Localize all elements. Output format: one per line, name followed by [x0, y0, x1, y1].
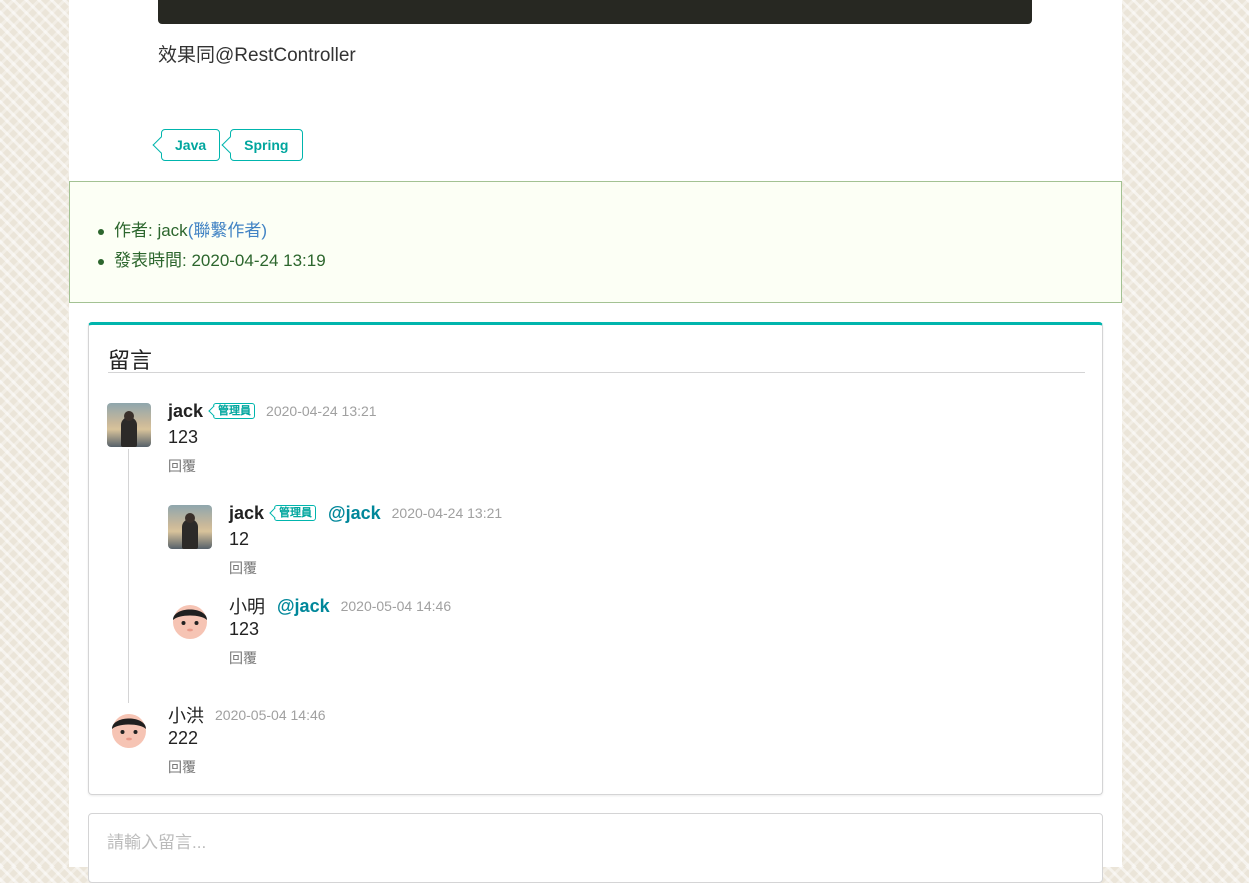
tag-list: Java Spring: [161, 129, 303, 161]
tag-java[interactable]: Java: [161, 129, 221, 161]
reply-button[interactable]: 回覆: [168, 757, 326, 777]
comment-date: 2020-05-04 14:46: [340, 598, 452, 614]
avatar-figure: [182, 519, 198, 549]
mention-link[interactable]: @jack: [277, 596, 330, 617]
avatar-figure: [121, 417, 137, 447]
comment-input[interactable]: [88, 813, 1103, 883]
comment-text: 123: [168, 427, 199, 447]
meta-author-label: 作者: jack: [114, 221, 188, 240]
avatar-head: [185, 513, 195, 523]
content-paragraph: 效果同@RestController: [158, 45, 356, 66]
divider: [108, 372, 1085, 373]
comment-text: 222: [168, 728, 199, 748]
comment-date: 2020-04-24 13:21: [266, 403, 377, 419]
boy-avatar-icon: [173, 605, 207, 639]
admin-badge: 管理員: [274, 505, 317, 521]
thread-line: [128, 449, 129, 703]
comment-date: 2020-04-24 13:21: [391, 505, 503, 521]
reply-button[interactable]: 回覆: [229, 558, 502, 578]
meta-published: 發表時間: 2020-04-24 13:19: [97, 246, 326, 276]
comment-date: 2020-05-04 14:46: [215, 707, 326, 723]
reply-button[interactable]: 回覆: [229, 648, 451, 668]
avatar[interactable]: [107, 403, 151, 447]
tag-spring[interactable]: Spring: [230, 129, 303, 161]
avatar[interactable]: [107, 707, 151, 751]
reply-button[interactable]: 回覆: [168, 456, 377, 476]
comment-author[interactable]: 小明: [229, 593, 265, 619]
article-container: 效果同@RestController Java Spring 作者: jack(…: [69, 0, 1122, 883]
avatar[interactable]: [168, 505, 212, 549]
comment-author[interactable]: 小洪: [168, 702, 204, 728]
code-block: [158, 0, 1032, 24]
comment-author[interactable]: jack: [168, 401, 203, 422]
post-meta-box: 作者: jack(聯繫作者) 發表時間: 2020-04-24 13:19: [69, 181, 1122, 303]
comments-section: 留言 jack 管理員 2020-04-24 13:21 123 回覆 jack…: [88, 322, 1103, 795]
comment-text: 123: [229, 619, 260, 639]
meta-author: 作者: jack(聯繫作者): [97, 216, 326, 246]
avatar-head: [124, 411, 134, 421]
contact-author-link[interactable]: (聯繫作者): [188, 221, 267, 240]
comment-text: 12: [229, 529, 250, 549]
comment-author[interactable]: jack: [229, 503, 264, 524]
comments-heading: 留言: [108, 348, 153, 373]
mention-link[interactable]: @jack: [328, 503, 381, 524]
admin-badge: 管理員: [213, 403, 256, 419]
boy-avatar-icon: [112, 714, 146, 748]
meta-published-value: 2020-04-24 13:19: [191, 251, 326, 270]
avatar[interactable]: [168, 598, 212, 642]
meta-published-label: 發表時間:: [114, 251, 192, 270]
